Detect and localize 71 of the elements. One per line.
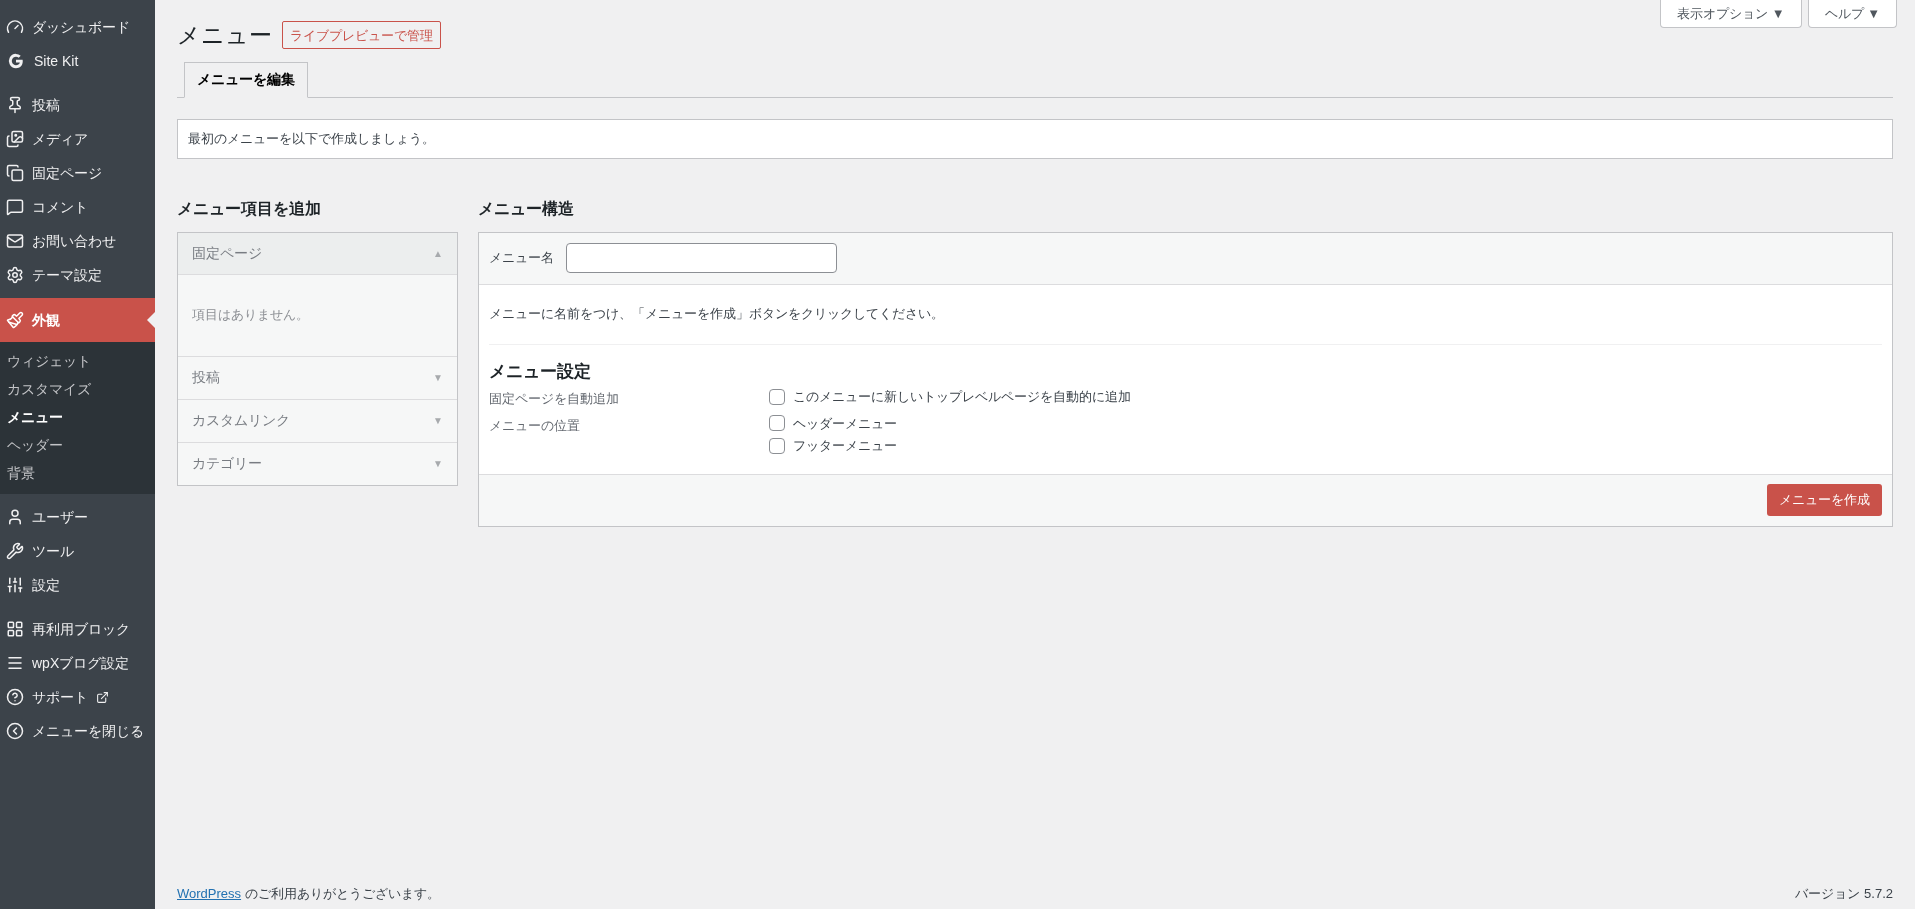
section-heading: メニュー構造 [478,198,575,219]
sidebar-item[interactable]: ダッシュボード [0,10,155,44]
pushpin-icon [6,96,24,114]
submenu-item[interactable]: ウィジェット [0,348,155,376]
toggle-indicator: ▼ [433,371,443,385]
submenu-item[interactable]: ヘッダー [0,432,155,460]
sidebar-item[interactable]: コメント [0,190,155,224]
tab[interactable]: メニューを編集 [184,61,308,98]
sidebar-item[interactable]: 設定 [0,568,155,602]
toggle-indicator: ▲ [433,246,443,261]
submenu-item[interactable]: メニュー [0,404,155,432]
speech-bubble-icon [6,198,24,216]
toggle-indicator: ▼ [433,457,443,471]
collapse-icon [6,722,24,740]
help-icon [6,688,24,706]
instructions: メニューに名前をつけ、「メニューを作成」ボタンをクリックしてください。 [489,284,1882,345]
accordion-title: カテゴリー [192,454,262,473]
accordion-header[interactable]: 固定ページ ▲ [178,232,457,275]
empty-message: 項目はありません。 [192,306,309,325]
current-pointer-icon [147,312,155,328]
sidebar-item[interactable]: お問い合わせ [0,224,155,258]
sidebar-item[interactable]: Site Kit [0,44,155,78]
toggle-indicator: ▼ [433,414,443,428]
wrench-icon [6,542,24,560]
setting-label: メニューの位置 [489,416,581,435]
checkbox[interactable] [769,437,785,454]
sidebar-item[interactable]: ツール [0,534,155,568]
checkbox-label: このメニューに新しいトップレベルページを自動的に追加 [793,388,1131,406]
create-menu-button[interactable]: メニューを作成 [1767,484,1882,516]
checkbox-label: フッターメニュー [793,437,897,455]
section-heading: メニュー項目を追加 [177,198,322,219]
sidebar-item[interactable]: サポート [0,680,155,714]
dashboard-icon [6,18,24,36]
user-icon [6,508,24,526]
settings-icon [6,266,24,284]
google-g-icon [6,51,26,71]
checkbox-label: ヘッダーメニュー [793,414,897,433]
sidebar-item[interactable]: メニューを閉じる [0,714,155,748]
submenu-item[interactable]: 背景 [0,460,155,488]
sliders-icon [6,576,24,594]
sidebar-item[interactable]: wpXブログ設定 [0,646,155,680]
setting-label: 固定ページを自動追加 [489,390,620,408]
paintbrush-icon [6,311,24,329]
submenu-item[interactable]: カスタマイズ [0,376,155,404]
menu-name-field[interactable] [566,243,837,273]
live-preview-button[interactable]: ライブプレビューで管理 [282,21,441,50]
version-text: バージョン 5.7.2 [1795,884,1893,903]
sidebar-item[interactable]: 再利用ブロック [0,612,155,646]
accordion-title: 投稿 [192,368,220,387]
checkbox[interactable] [769,415,785,432]
checkbox[interactable] [769,388,785,405]
screen-meta-button[interactable]: ヘルプ ▼ [1807,0,1897,28]
settings-heading: メニュー設定 [489,360,592,383]
sidebar-item[interactable]: 固定ページ [0,156,155,190]
menu-icon [6,654,24,672]
page-title: メニュー [177,21,272,50]
blocks-icon [6,620,24,638]
accordion-title: 固定ページ [192,243,262,263]
footer-text: のご利用ありがとうございます。 [245,884,441,903]
sidebar-item[interactable]: ユーザー [0,500,155,534]
sidebar-item[interactable]: 投稿 [0,88,155,122]
sidebar-item[interactable]: メディア [0,122,155,156]
screen-meta-button[interactable]: 表示オプション ▼ [1660,0,1802,28]
sidebar-item[interactable]: 外観 [0,298,155,342]
sidebar-item[interactable]: テーマ設定 [0,258,155,292]
envelope-icon [6,232,24,250]
field-label: メニュー名 [489,249,554,268]
notice: 最初のメニューを以下で作成しましょう。 [177,118,1893,159]
wordpress-link[interactable]: WordPress [177,883,242,903]
media-icon [6,130,24,148]
accordion-title: カスタムリンク [192,411,290,430]
